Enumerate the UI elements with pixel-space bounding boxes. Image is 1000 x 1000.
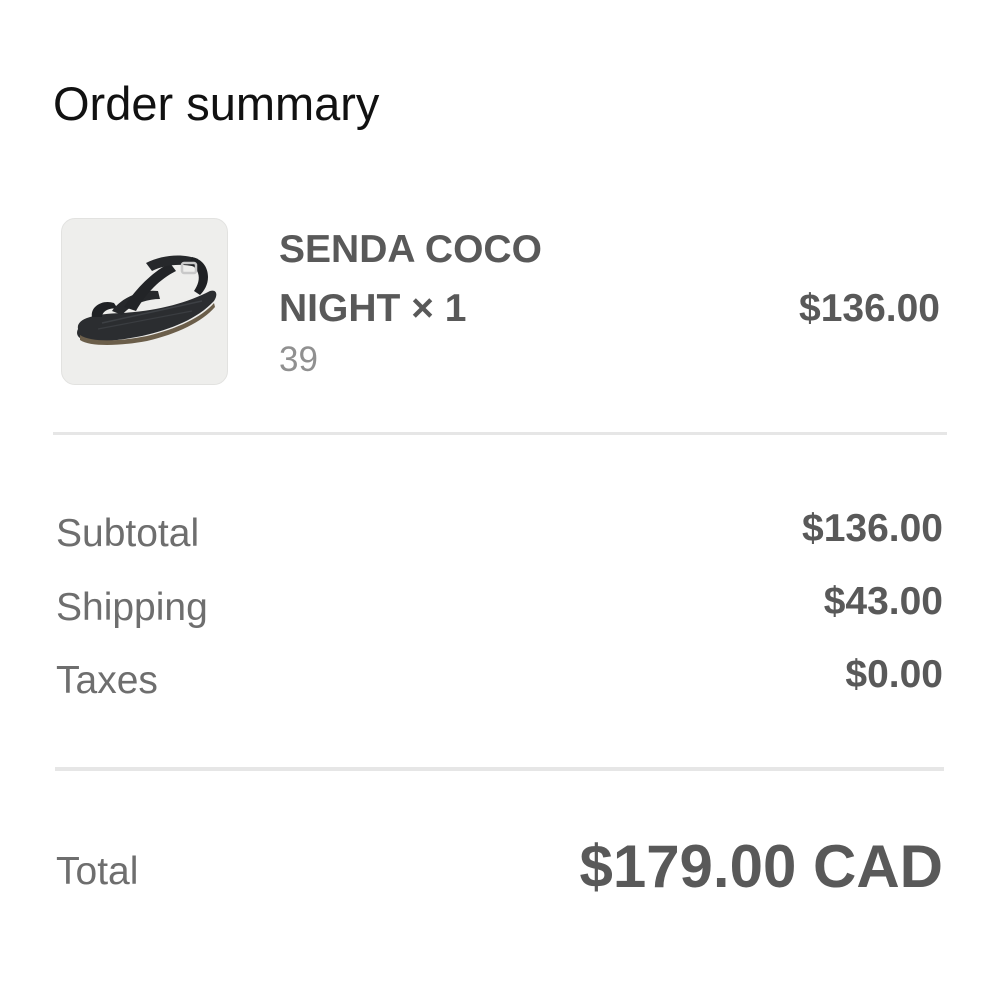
total-label: Total <box>56 850 139 893</box>
divider <box>55 767 944 771</box>
divider <box>53 432 947 435</box>
order-summary-title: Order summary <box>53 77 380 130</box>
sandal-icon <box>77 255 217 345</box>
subtotal-value: $136.00 <box>802 507 943 550</box>
product-price: $136.00 <box>799 287 940 330</box>
shipping-label: Shipping <box>56 586 208 629</box>
total-value: $179.00 CAD <box>579 833 943 900</box>
product-name: SENDA COCO NIGHT × 1 <box>279 228 542 330</box>
subtotal-label: Subtotal <box>56 512 200 555</box>
taxes-value: $0.00 <box>845 653 943 696</box>
product-thumbnail[interactable] <box>61 218 228 385</box>
shipping-value: $43.00 <box>823 580 943 623</box>
taxes-label: Taxes <box>56 659 158 702</box>
product-variant-size: 39 <box>279 340 318 379</box>
